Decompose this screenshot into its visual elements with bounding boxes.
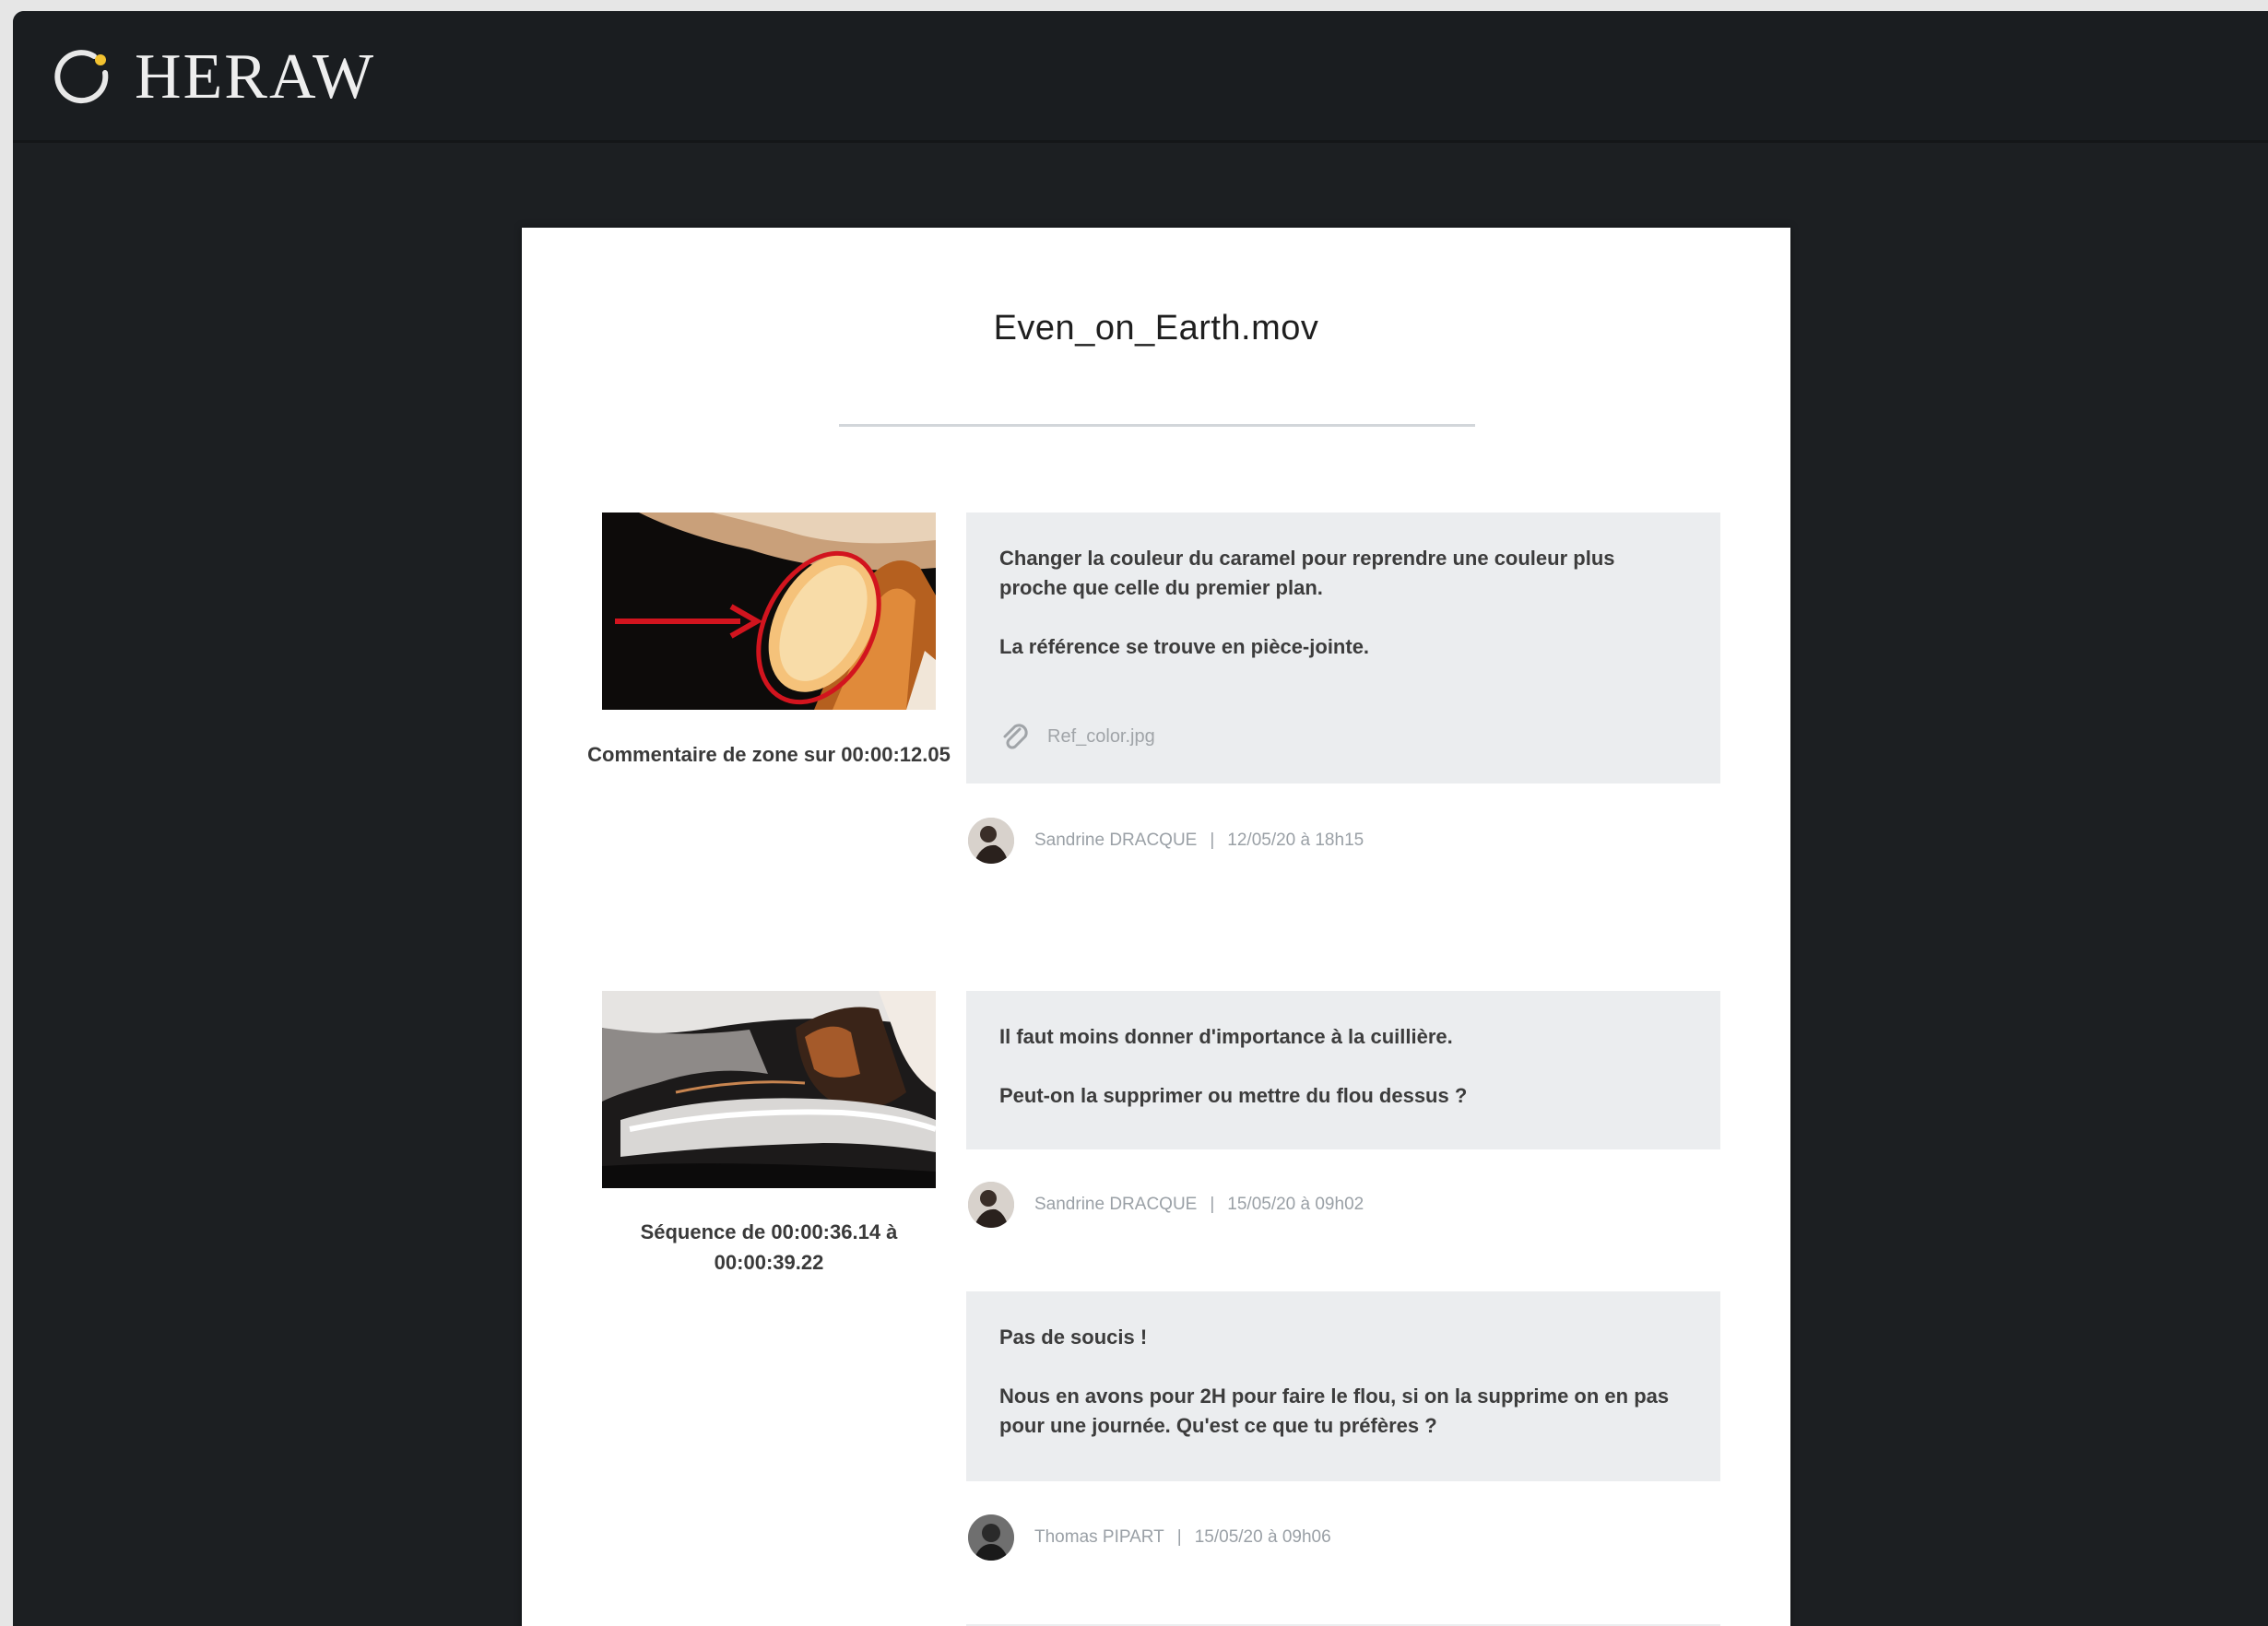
comment-timestamp: 15/05/20 à 09h06 <box>1194 1527 1331 1547</box>
reply-bubble[interactable]: Pas de soucis ! Nous en avons pour 2H po… <box>966 1291 1720 1481</box>
caramel-frame-image <box>602 513 936 710</box>
top-bar: HERAW <box>13 11 2268 143</box>
avatar <box>968 1182 1014 1228</box>
comment-text: Changer la couleur du caramel pour repre… <box>999 547 1615 599</box>
attachment-filename: Ref_color.jpg <box>1047 725 1155 747</box>
comment-report-document: Even_on_Earth.mov Commentaire de zone su… <box>522 228 1790 1626</box>
comment-bubble[interactable]: Changer la couleur du caramel pour repre… <box>966 513 1720 784</box>
comment-timestamp: 12/05/20 à 18h15 <box>1227 831 1364 850</box>
author-name: Sandrine DRACQUE <box>1034 1195 1198 1214</box>
comment-text: Peut-on la supprimer ou mettre du flou d… <box>999 1084 1468 1107</box>
app-window: HERAW Even_on_Earth.mov Commentaire de z… <box>13 11 2268 1626</box>
comment-timestamp: 15/05/20 à 09h02 <box>1227 1195 1364 1214</box>
document-title: Even_on_Earth.mov <box>993 309 1319 348</box>
avatar <box>968 1514 1014 1561</box>
frame-thumbnail-zone[interactable] <box>602 513 936 710</box>
comment-meta: Sandrine DRACQUE | 12/05/20 à 18h15 <box>968 817 1364 865</box>
comment-text: Pas de soucis ! <box>999 1326 1148 1349</box>
paperclip-icon <box>1003 724 1028 749</box>
frame-thumbnail-sequence[interactable] <box>602 991 936 1188</box>
comment-meta: Thomas PIPART | 15/05/20 à 09h06 <box>968 1514 1331 1561</box>
attachment-link[interactable]: Ref_color.jpg <box>999 721 1687 752</box>
comment-text: La référence se trouve en pièce-jointe. <box>999 635 1370 658</box>
spoon-frame-image <box>602 991 936 1188</box>
author-name: Sandrine DRACQUE <box>1034 831 1198 850</box>
heraw-logo-icon <box>54 50 109 104</box>
comment-bubble[interactable]: Il faut moins donner d'importance à la c… <box>966 991 1720 1149</box>
author-name: Thomas PIPART <box>1034 1527 1164 1547</box>
comment-text: Nous en avons pour 2H pour faire le flou… <box>999 1384 1670 1437</box>
title-divider <box>839 424 1475 427</box>
thumbnail-caption: Séquence de 00:00:36.14 à 00:00:39.22 <box>640 1220 898 1274</box>
avatar <box>968 818 1014 864</box>
brand-name: HERAW <box>135 41 376 112</box>
thumbnail-caption: Commentaire de zone sur 00:00:12.05 <box>587 743 951 766</box>
comment-meta: Sandrine DRACQUE | 15/05/20 à 09h02 <box>968 1181 1364 1229</box>
comment-text: Il faut moins donner d'importance à la c… <box>999 1025 1453 1048</box>
heraw-logo[interactable]: HERAW <box>50 41 375 114</box>
